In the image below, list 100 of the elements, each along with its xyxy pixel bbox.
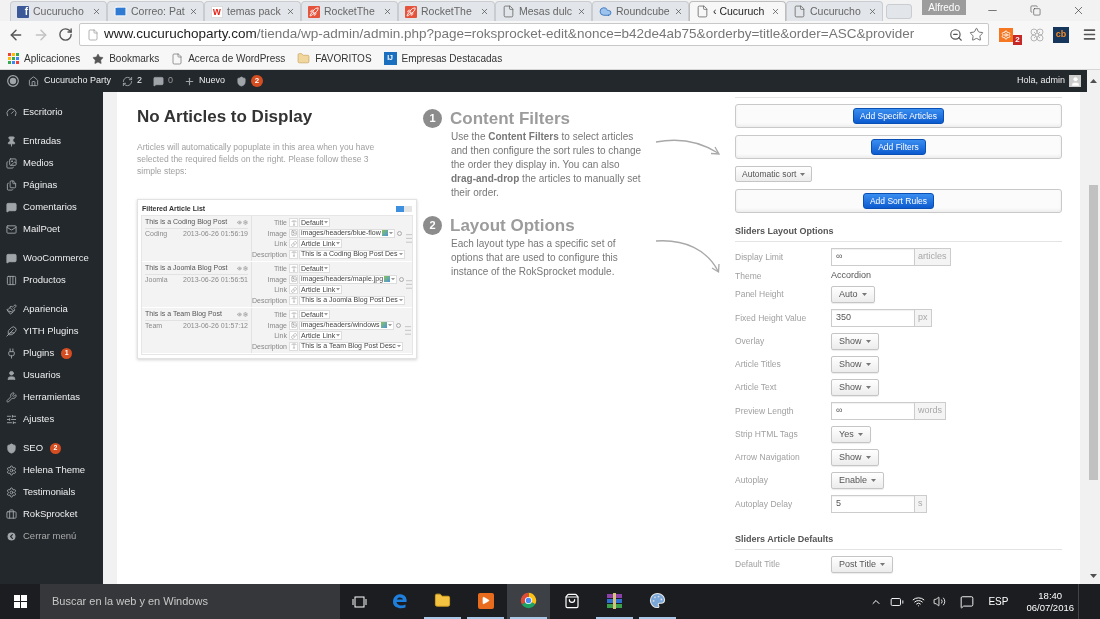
bookmark-link[interactable]: Acerca de WordPress	[171, 51, 286, 66]
browser-tab[interactable]: Mesas dulc	[495, 1, 592, 21]
scrollbar-thumb[interactable]	[1089, 185, 1098, 480]
menu-item[interactable]: Escritorio	[0, 101, 103, 123]
menu-item[interactable]: Ajustes	[0, 408, 103, 430]
close-icon[interactable]	[771, 7, 780, 16]
select-dropdown[interactable]: Show	[831, 379, 879, 396]
text-type-icon	[289, 264, 298, 273]
menu-icon[interactable]	[1082, 27, 1097, 42]
folder-icon	[297, 52, 311, 65]
browser-tab[interactable]: Roundcube	[592, 1, 689, 21]
seo-link[interactable]: 2	[236, 75, 264, 87]
field-label: Default Title	[735, 558, 781, 571]
browser-tab[interactable]: Correo: Pat	[107, 1, 204, 21]
menu-item[interactable]: Productos	[0, 269, 103, 291]
caret-icon	[388, 231, 393, 235]
logo-icon[interactable]	[7, 75, 19, 87]
sort-dropdown[interactable]: Automatic sort	[735, 166, 813, 182]
browser-tab[interactable]: f Cucurucho	[10, 1, 107, 21]
menu-item[interactable]: Testimonials	[0, 481, 103, 503]
close-icon[interactable]	[92, 7, 101, 16]
menu-item[interactable]: Helena Theme	[0, 459, 103, 481]
field-label: Fixed Height Value	[735, 311, 808, 325]
browser-tab[interactable]: RocketThe	[398, 1, 495, 21]
extension-tile[interactable]: cb	[1053, 26, 1069, 43]
menu-item[interactable]: RokSprocket	[0, 503, 103, 525]
image-swatch-icon	[381, 230, 388, 236]
wifi-icon[interactable]	[912, 595, 926, 608]
close-icon[interactable]	[577, 7, 586, 16]
select-dropdown[interactable]: Enable	[831, 472, 885, 489]
select-dropdown[interactable]: Auto	[831, 286, 875, 303]
field-label: Autoplay	[735, 474, 770, 487]
close-icon[interactable]	[189, 7, 198, 16]
unit-addon: px	[915, 309, 932, 327]
feather-icon	[6, 325, 17, 337]
field-label: Preview Length	[735, 404, 795, 418]
star-icon[interactable]	[969, 27, 984, 42]
menu-item[interactable]: Medios	[0, 152, 103, 174]
close-icon[interactable]	[286, 7, 295, 16]
unit-addon: articles	[915, 248, 951, 266]
menu-item[interactable]: Comentarios	[0, 196, 103, 218]
scroll-down-icon[interactable]	[1090, 574, 1097, 578]
comments-link[interactable]: 0	[153, 74, 174, 88]
caret-icon	[324, 221, 329, 224]
browser-tab[interactable]: w temas pack	[204, 1, 301, 21]
text-field[interactable]: 350	[831, 309, 915, 327]
menu-item[interactable]: Entradas	[0, 130, 103, 152]
updates-link[interactable]: 2	[122, 74, 143, 88]
address-bar[interactable]: www.cucuruchoparty.com/tienda/wp-admin/admin.php?page=roksprocket-edit&nonce=b42de4ab75&orderby=title&order=ASC&provider	[79, 23, 989, 46]
gear-tile-icon[interactable]	[999, 27, 1013, 42]
bookmark-link[interactable]: Aplicaciones	[8, 51, 81, 66]
menu-item[interactable]: MailPoet	[0, 218, 103, 240]
menu-item[interactable]: Páginas	[0, 174, 103, 196]
browser-tab[interactable]: ‹ Cucuruch	[689, 1, 786, 21]
new-link[interactable]: Nuevo	[184, 74, 226, 88]
taskbar-app[interactable]	[507, 584, 550, 619]
action-button[interactable]: Add Filters	[871, 139, 926, 155]
notification-icon[interactable]	[960, 594, 975, 609]
search-field[interactable]: Buscar en la web y en Windows	[40, 584, 340, 619]
select-dropdown[interactable]: Show	[831, 356, 879, 373]
action-button[interactable]: Add Specific Articles	[853, 108, 944, 124]
volume-icon[interactable]	[933, 595, 947, 608]
close-icon[interactable]	[674, 7, 683, 16]
select-dropdown[interactable]: Show	[831, 449, 879, 466]
step-title: Layout Options	[450, 216, 575, 235]
text-field[interactable]: ∞	[831, 402, 915, 420]
action-button[interactable]: Add Sort Rules	[862, 193, 935, 209]
close-icon[interactable]	[480, 7, 489, 16]
zoom-out-icon[interactable]	[949, 27, 963, 42]
close-icon[interactable]	[383, 7, 392, 16]
mail-icon	[6, 223, 17, 235]
bookmark-link[interactable]: FAVORITOS	[297, 51, 372, 66]
menu-item[interactable]: Usuarios	[0, 364, 103, 386]
menu-item[interactable]: YITH Plugins	[0, 320, 103, 342]
menu-item[interactable]: Herramientas	[0, 386, 103, 408]
menu-item[interactable]: Apariencia	[0, 298, 103, 320]
bookmark-link[interactable]: Bookmarks	[92, 51, 160, 66]
menu-item[interactable]: WooCommerce	[0, 247, 103, 269]
text-field[interactable]: ∞	[831, 248, 915, 266]
e-logo-icon	[391, 592, 408, 609]
drag-handle-icon	[404, 326, 411, 335]
scroll-up-icon[interactable]	[1090, 79, 1097, 83]
briefcase-icon	[6, 508, 17, 520]
site-link[interactable]: Cucurucho Party	[28, 74, 112, 88]
reload-icon[interactable]	[58, 27, 73, 42]
collapse-menu-button[interactable]: Cerrar menú	[0, 525, 103, 547]
text-field[interactable]: 5	[831, 495, 915, 513]
select-dropdown[interactable]: Yes	[831, 426, 871, 443]
select-dropdown[interactable]: Post Title	[831, 556, 893, 573]
browser-tab[interactable]: RocketThe	[301, 1, 398, 21]
apps-grid-icon	[8, 53, 19, 64]
clock[interactable]: 18:40 06/07/2016	[1026, 589, 1074, 614]
segmented-circle-icon	[520, 592, 537, 609]
step-description: Each layout type has a specific set of options that are used to configure this instance of the RokSprocket module.	[451, 237, 619, 279]
browser-tab[interactable]: Cucurucho	[786, 1, 883, 21]
section-heading: Sliders Layout Options	[735, 225, 835, 238]
language-indicator[interactable]: ESP	[988, 594, 1009, 609]
close-icon[interactable]	[868, 7, 877, 16]
account-link[interactable]: Hola, admin	[1016, 74, 1081, 88]
select-dropdown[interactable]: Show	[831, 333, 879, 350]
